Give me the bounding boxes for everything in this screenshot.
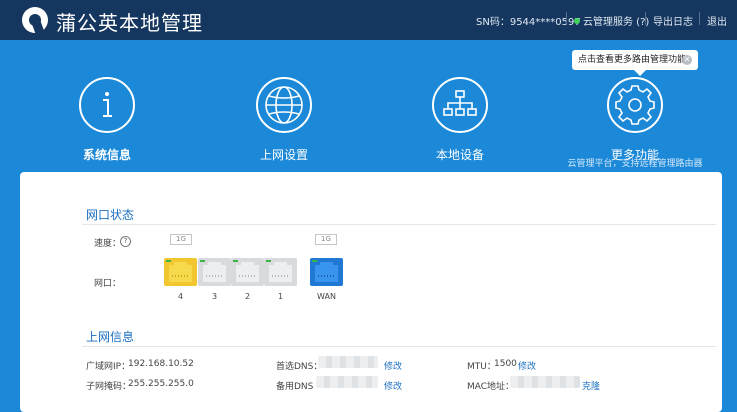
lan-port-3 — [198, 258, 231, 286]
nav-local-devices[interactable]: 本地设备 — [410, 77, 510, 163]
lan-port-2 — [231, 258, 264, 286]
port-number: 1 — [277, 292, 284, 301]
divider — [699, 12, 700, 25]
cloud-service-status[interactable]: 云管理服务 (?) — [574, 13, 649, 28]
system-info-panel: 网口状态 速度： ? 1G 1G 网口： 4 3 2 1 WAN 上网信息 广域… — [20, 172, 722, 412]
port-label: 网口： — [94, 279, 122, 289]
dns2-label: 备用DNS — [276, 382, 314, 392]
dns1-label: 首选DNS： — [276, 362, 323, 372]
mac-label: MAC地址： — [467, 382, 515, 392]
gear-icon — [607, 77, 663, 133]
lan-port-1 — [264, 258, 297, 286]
nav-label: 上网设置 — [259, 148, 308, 162]
divider — [82, 346, 716, 347]
dns2-value-redacted — [316, 376, 378, 388]
mac-value-redacted — [510, 376, 580, 388]
divider — [82, 224, 716, 225]
wan-ip-label: 广域网IP： — [86, 362, 131, 372]
nav-more-features[interactable]: 更多功能 — [585, 77, 685, 163]
speed-label: 速度： — [94, 239, 122, 249]
nav-system-info[interactable]: 系统信息 — [57, 77, 157, 163]
network-status-title: 网口状态 — [86, 208, 135, 222]
lan-speed-tag: 1G — [170, 234, 192, 245]
mtu-edit-link[interactable]: 修改 — [518, 359, 536, 372]
nav-label: 本地设备 — [435, 148, 484, 162]
mtu-label: MTU： — [467, 362, 496, 372]
port-number: 3 — [211, 292, 218, 301]
wan-ip-value: 192.168.10.52 — [128, 359, 194, 369]
more-features-tooltip: 点击查看更多路由管理功能 ✕ — [572, 50, 698, 76]
info-icon — [79, 77, 135, 133]
nav-internet-settings[interactable]: 上网设置 — [234, 77, 334, 163]
subnet-value: 255.255.255.0 — [128, 379, 194, 389]
dns1-edit-link[interactable]: 修改 — [384, 359, 402, 372]
lan-port-4 — [164, 258, 197, 286]
wan-port — [310, 258, 343, 286]
mac-clone-link[interactable]: 克隆 — [582, 379, 600, 392]
network-icon — [432, 77, 488, 133]
internet-info-title: 上网信息 — [86, 330, 135, 344]
dns1-value-redacted — [318, 356, 378, 368]
status-dot-icon — [574, 18, 580, 24]
port-number: WAN — [317, 292, 336, 301]
dns2-edit-link[interactable]: 修改 — [384, 379, 402, 392]
cloud-service-label: 云管理服务 (?) — [583, 17, 650, 28]
top-bar: 蒲公英本地管理 SN码：9544****0597 云管理服务 (?) 导出日志 … — [0, 0, 737, 40]
app-title: 蒲公英本地管理 — [56, 11, 203, 35]
subnet-label: 子网掩码： — [86, 382, 132, 392]
divider — [566, 12, 567, 25]
divider — [645, 12, 646, 25]
dandelion-logo — [22, 7, 48, 33]
more-features-subtitle: 云管理平台，支持远程管理路由器 — [567, 159, 703, 169]
port-number: 2 — [244, 292, 251, 301]
globe-icon — [256, 77, 312, 133]
export-log-link[interactable]: 导出日志 — [653, 13, 693, 28]
tooltip-text: 点击查看更多路由管理功能 — [578, 55, 687, 65]
port-number: 4 — [177, 292, 184, 301]
wan-speed-tag: 1G — [315, 234, 337, 245]
mtu-value: 1500 — [494, 359, 517, 369]
logout-link[interactable]: 退出 — [707, 13, 727, 28]
nav-label: 系统信息 — [82, 148, 131, 162]
help-icon[interactable]: ? — [120, 236, 131, 247]
close-icon[interactable]: ✕ — [682, 55, 692, 65]
